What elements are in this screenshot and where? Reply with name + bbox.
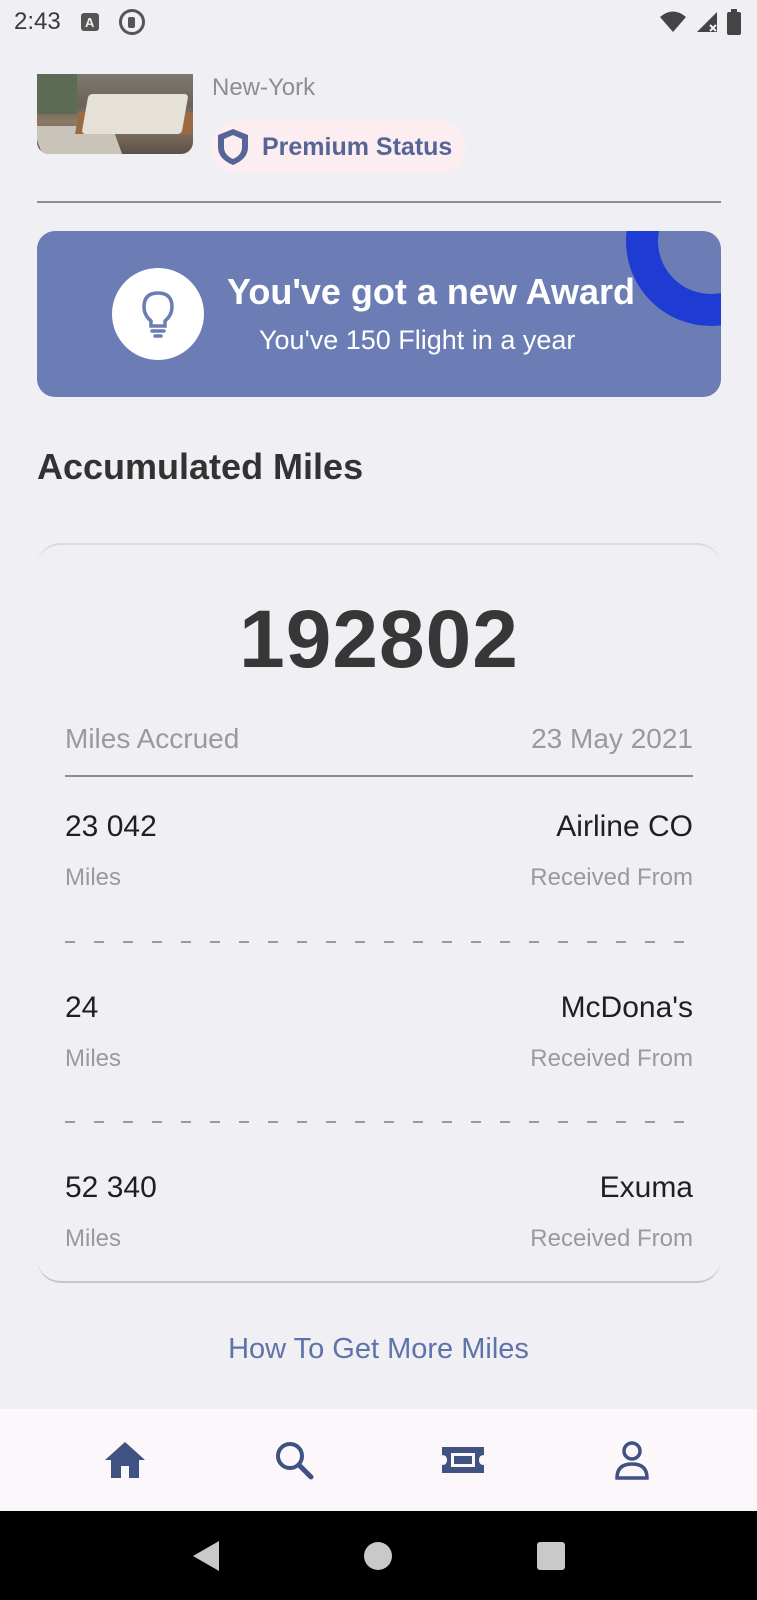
dashed-divider [65,1121,693,1123]
premium-status-label: Premium Status [262,132,453,161]
miles-accrued-label: Miles Accrued [65,723,240,754]
back-icon[interactable] [192,1540,219,1571]
lightbulb-icon [142,291,174,338]
bottom-nav [0,1409,757,1511]
profile-icon [615,1441,650,1480]
p-notification-icon [118,9,145,35]
section-title: Accumulated Miles [37,446,364,487]
profile-city: New-York [212,74,316,101]
how-to-get-more-miles-link[interactable]: How To Get More Miles [0,1333,757,1366]
system-nav-bar [0,1511,757,1600]
search-icon [275,1442,314,1480]
home-button-icon[interactable] [363,1541,392,1570]
decorative-ring [626,231,721,326]
list-item: 24 McDona's Miles Received From [65,991,693,1091]
list-item: 52 340 Exuma Miles Received From [65,1171,693,1271]
shield-icon [214,127,252,167]
battery-icon [727,9,741,35]
miles-accrued-date: 23 May 2021 [531,723,693,754]
award-title: You've got a new Award [227,271,635,312]
divider [37,201,721,203]
entry-caption: Received From [530,864,693,891]
entry-caption: Received From [530,1045,693,1072]
miles-card: 192802 Miles Accrued 23 May 2021 23 042 … [37,543,721,1283]
entry-source: McDona's [560,991,693,1024]
divider [65,775,693,777]
entry-source: Airline CO [556,810,693,843]
status-time: 2:43 [14,8,61,35]
nav-search[interactable] [264,1430,324,1490]
list-item: 23 042 Airline CO Miles Received From [65,810,693,910]
entry-unit: Miles [65,1045,122,1072]
award-subtitle: You've 150 Flight in a year [259,325,576,355]
dashed-divider [65,941,693,943]
wifi-icon [660,11,686,32]
nav-profile[interactable] [602,1430,662,1490]
profile-photo [37,74,193,154]
signal-icon [697,12,717,32]
recent-apps-icon[interactable] [536,1541,565,1570]
entry-unit: Miles [65,1225,122,1252]
premium-status-badge: Premium Status [210,121,466,173]
status-bar: 2:43 A [0,0,757,44]
entry-miles-value: 52 340 [65,1171,157,1204]
entry-source: Exuma [599,1171,693,1204]
award-icon-circle [112,268,204,360]
total-miles: 192802 [239,594,519,685]
award-card[interactable]: You've got a new Award You've 150 Flight… [37,231,721,397]
nav-home[interactable] [95,1430,155,1490]
ticket-icon [442,1447,485,1473]
nav-tickets[interactable] [433,1430,493,1490]
entry-miles-value: 23 042 [65,810,157,843]
entry-caption: Received From [530,1225,693,1252]
a-notification-icon: A [80,13,99,31]
entry-miles-value: 24 [65,991,99,1024]
entry-unit: Miles [65,864,122,891]
home-icon [104,1442,145,1478]
